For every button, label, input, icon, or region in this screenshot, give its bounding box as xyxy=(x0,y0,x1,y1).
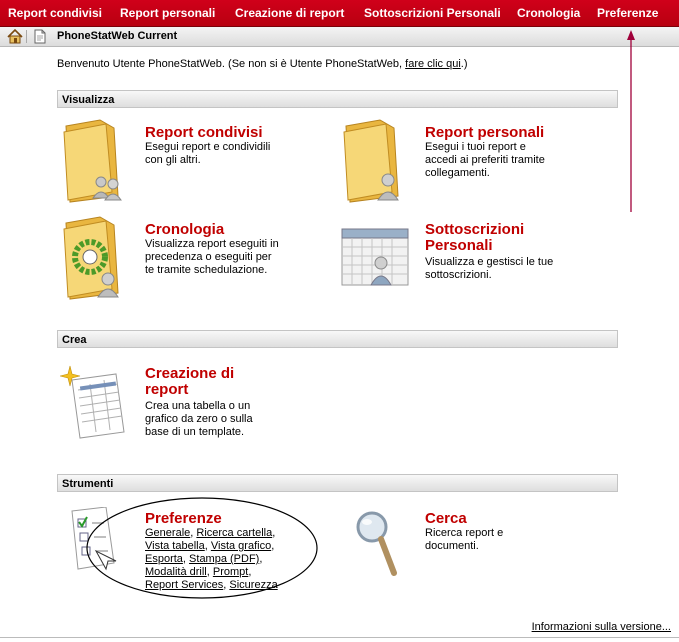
version-info-link[interactable]: Informazioni sulla versione... xyxy=(532,621,671,633)
annotation-arrow-head xyxy=(627,30,635,40)
annotation-ellipse xyxy=(86,497,318,599)
bottom-divider xyxy=(0,637,679,638)
annotation-overlay xyxy=(86,30,635,599)
